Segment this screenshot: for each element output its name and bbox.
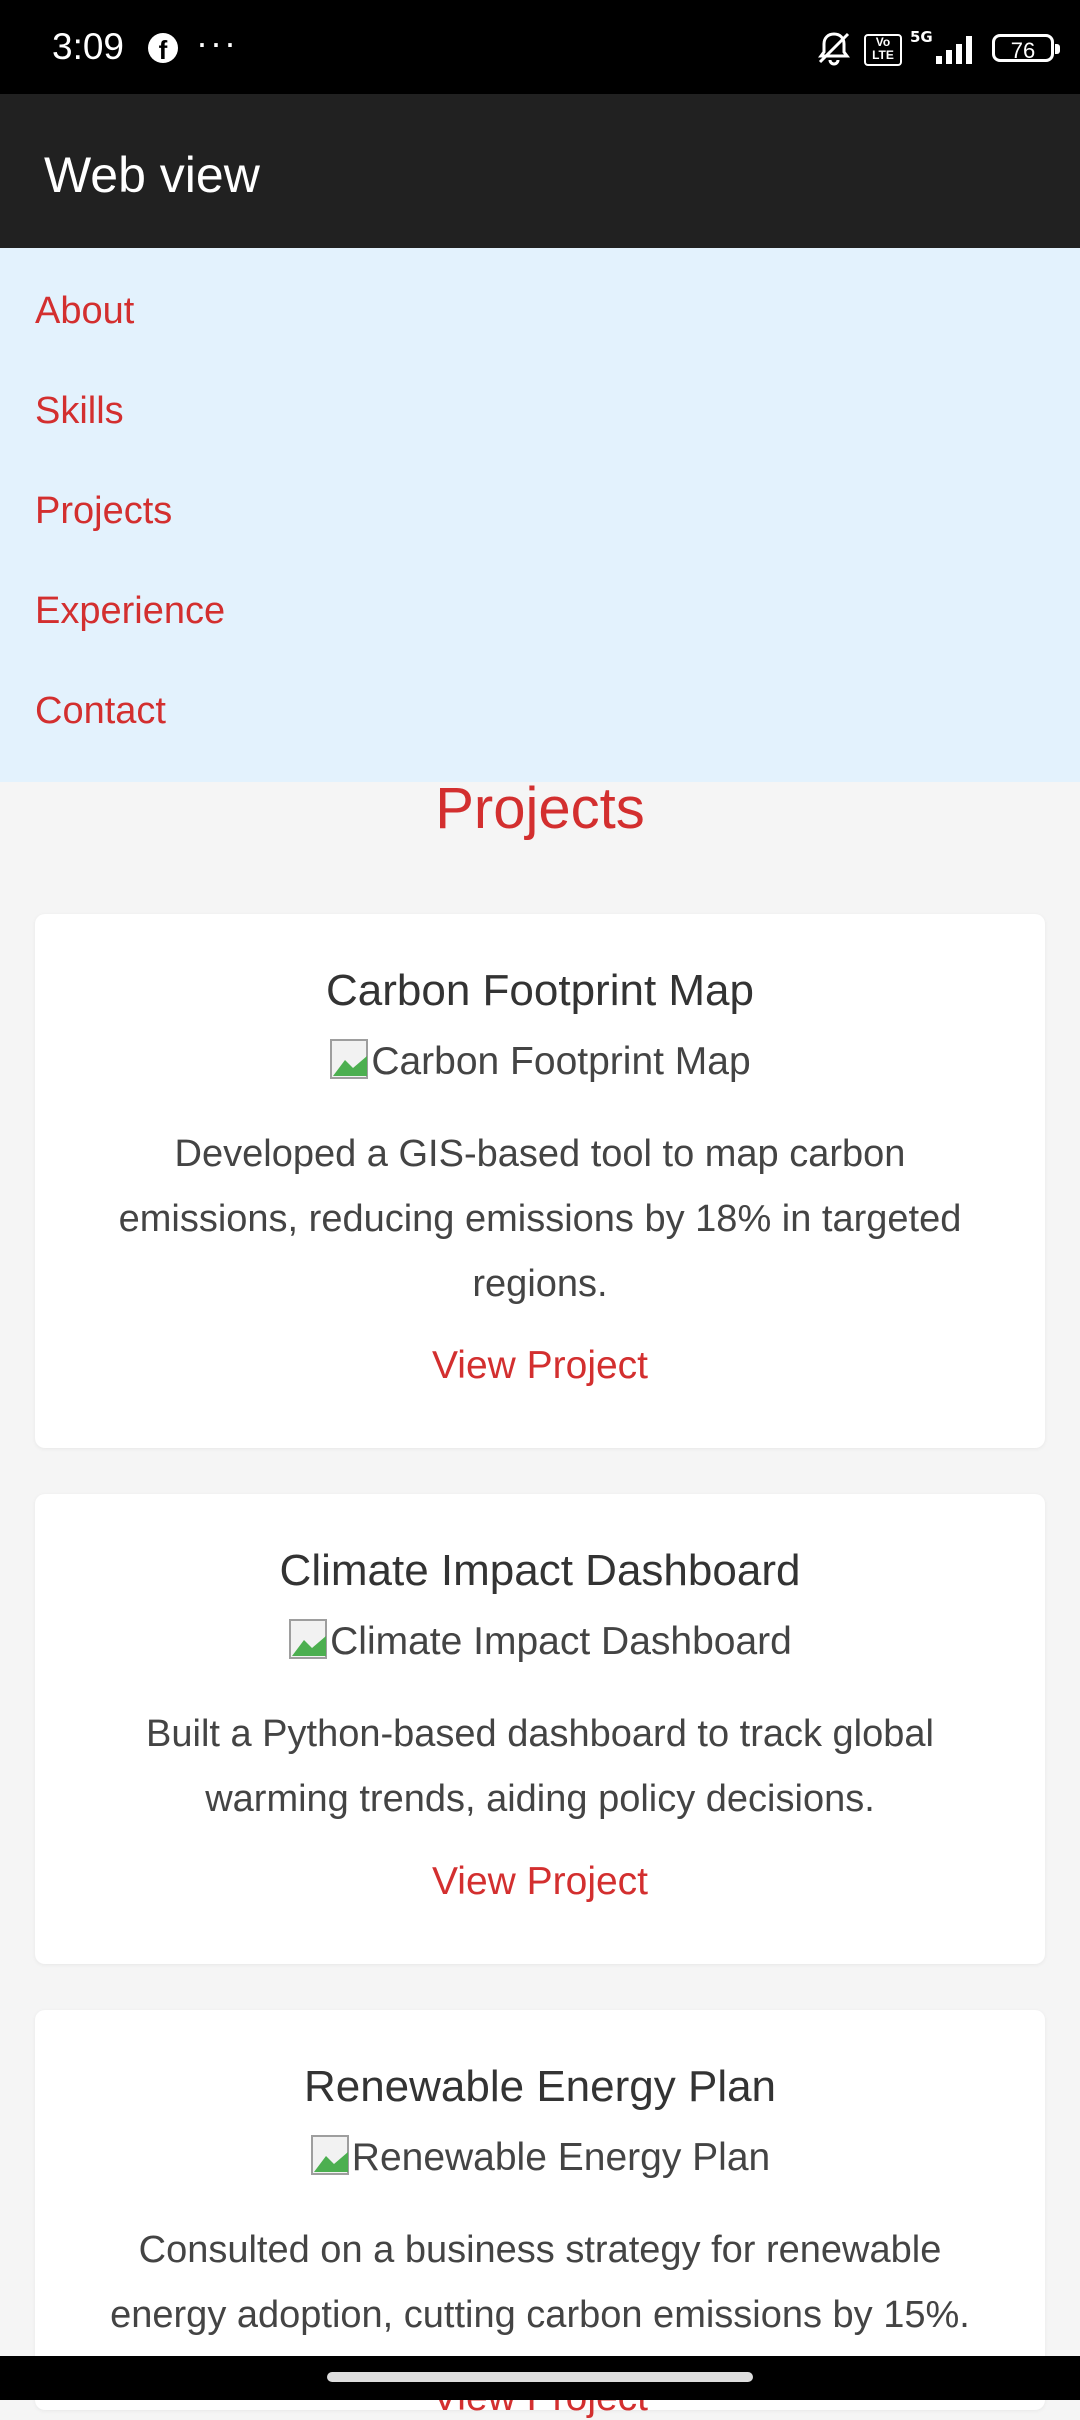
section-title: Projects: [435, 776, 645, 841]
status-bar: 3:09 f ··· Vo LTE 5G 76: [0, 0, 1080, 94]
status-icons: Vo LTE 5G 76: [760, 0, 1080, 94]
battery-icon: 76: [992, 34, 1060, 63]
facebook-icon: f: [148, 33, 178, 65]
project-title: Climate Impact Dashboard: [279, 1546, 801, 1595]
5g-signal-icon: 5G: [910, 28, 972, 64]
project-title: Renewable Energy Plan: [303, 2062, 777, 2111]
app-bar: Web view: [0, 94, 1080, 248]
nav-link-contact[interactable]: Contact: [35, 690, 166, 733]
project-card: Carbon Footprint Map Carbon Footprint Ma…: [35, 914, 1045, 1448]
broken-image-icon: [289, 1619, 328, 1659]
nav-link-about[interactable]: About: [35, 290, 134, 333]
home-indicator[interactable]: [327, 2372, 753, 2382]
project-image: Climate Impact Dashboard: [35, 1618, 1045, 1664]
project-card: Climate Impact Dashboard Climate Impact …: [35, 1494, 1045, 1964]
project-image: Renewable Energy Plan: [35, 2134, 1045, 2180]
project-image-alt: Climate Impact Dashboard: [330, 1620, 792, 1663]
svg-text:5G: 5G: [910, 28, 933, 46]
volte-icon: Vo LTE: [864, 34, 902, 66]
project-description: Built a Python-based dashboard to track …: [146, 1713, 934, 1820]
more-icon: ···: [196, 22, 238, 63]
project-image-alt: Carbon Footprint Map: [371, 1040, 751, 1083]
project-image-alt: Renewable Energy Plan: [351, 2136, 771, 2179]
broken-image-icon: [310, 2135, 349, 2175]
nav-link-experience[interactable]: Experience: [35, 590, 225, 633]
broken-image-icon: [330, 1039, 369, 1079]
project-description: Developed a GIS-based tool to map carbon…: [118, 1133, 962, 1305]
system-nav-bar: [0, 2356, 1080, 2400]
nav-menu: About Skills Projects Experience Contact: [0, 248, 1080, 782]
project-title: Carbon Footprint Map: [326, 966, 754, 1015]
status-time: 3:09: [52, 26, 125, 67]
app-title: Web view: [44, 147, 260, 203]
view-project-link[interactable]: View Project: [35, 1860, 1045, 1904]
nav-link-skills[interactable]: Skills: [35, 390, 124, 433]
project-description: Consulted on a business strategy for ren…: [110, 2229, 970, 2336]
view-project-link[interactable]: View Project: [35, 1344, 1045, 1388]
nav-link-projects[interactable]: Projects: [35, 490, 172, 533]
project-image: Carbon Footprint Map: [35, 1038, 1045, 1084]
mute-bell-icon: [818, 32, 850, 66]
project-card: Renewable Energy Plan Renewable Energy P…: [35, 2010, 1045, 2419]
